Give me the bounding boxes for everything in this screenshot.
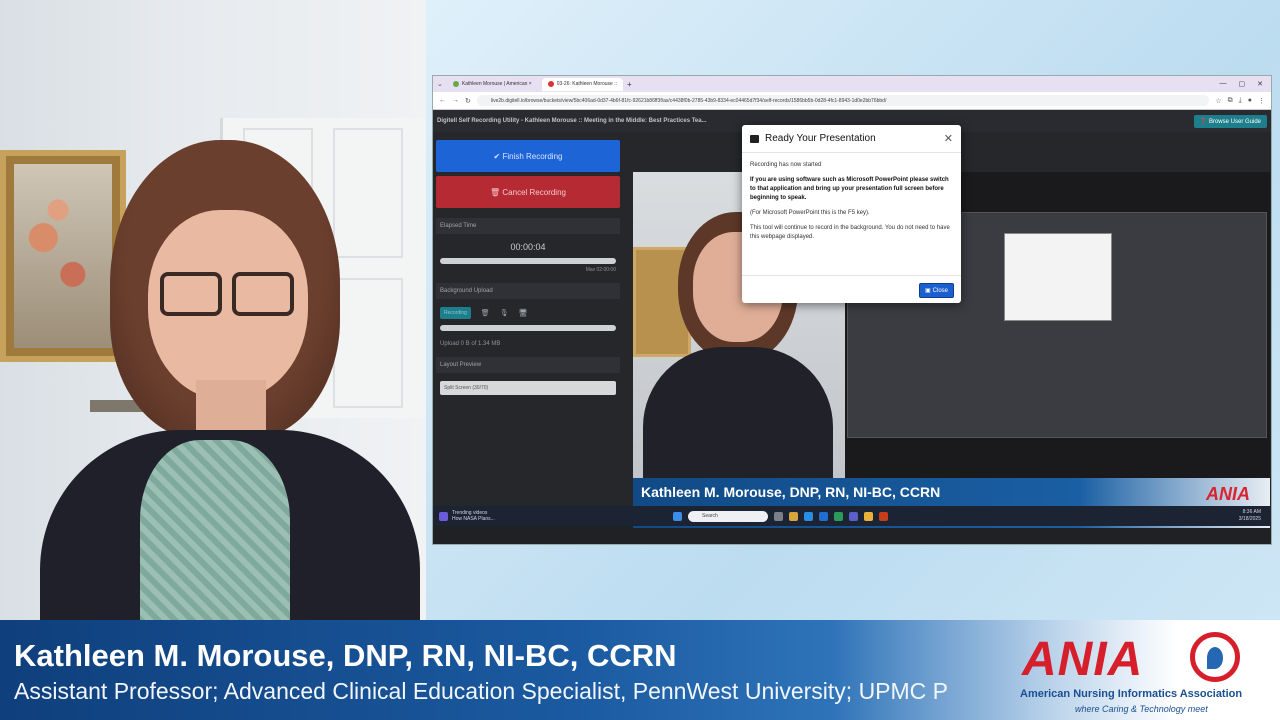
finish-recording-button[interactable]: ✔ Finish Recording (436, 140, 620, 172)
recording-status-pill: Recording (440, 307, 471, 319)
window-icon (750, 134, 759, 143)
tab-favicon-icon (547, 81, 554, 87)
presenter-top (140, 440, 290, 620)
webcam-feed (0, 0, 426, 620)
tab-favicon-icon (452, 81, 459, 87)
back-icon[interactable]: ← (439, 97, 446, 104)
layout-preview-label: Layout Preview (436, 357, 620, 373)
presenter-name: Kathleen M. Morouse, DNP, RN, NI-BC, CCR… (14, 638, 677, 673)
help-icon: ❓ (1199, 118, 1208, 125)
tab-kathleen-ania[interactable]: Kathleen Morouse | American × (447, 78, 538, 91)
elapsed-progress-bar (440, 258, 616, 264)
app-title: Digitell Self Recording Utility - Kathle… (437, 118, 707, 124)
modal-body: Recording has now started If you are usi… (742, 153, 961, 242)
reload-icon[interactable]: ↻ (465, 97, 471, 105)
ready-presentation-modal: Ready Your Presentation ✕ Recording has … (742, 125, 961, 303)
minimize-icon[interactable]: — (1220, 80, 1227, 88)
outlook-icon[interactable] (819, 511, 828, 521)
elapsed-time-value: 00:00:04 (510, 242, 546, 252)
cancel-recording-button[interactable]: 🗑 Cancel Recording (436, 176, 620, 208)
taskbar-search[interactable]: Search (688, 510, 768, 522)
modal-title: Ready Your Presentation (765, 133, 876, 144)
ania-logo-word: ANIA (1022, 633, 1144, 686)
ania-logo-subtitle: American Nursing Informatics Association (1020, 688, 1243, 700)
glasses-left-lens (160, 272, 222, 316)
modal-line-instructions: If you are using software such as Micros… (750, 177, 949, 201)
preview-ania-logo: ANIA (1206, 484, 1250, 504)
trash-icon[interactable]: 🗑 (481, 309, 490, 317)
new-tab-button[interactable]: + (627, 80, 632, 89)
ania-logo-emblem-icon (1190, 632, 1240, 682)
preview-presenter-name: Kathleen M. Morouse, DNP, RN, NI-BC, CCR… (641, 484, 941, 500)
upload-status: Upload 0 B of 1.34 MB (440, 341, 501, 347)
maximize-icon[interactable]: ▢ (1239, 80, 1246, 88)
close-button-label: Close (932, 287, 948, 294)
powerpoint-icon[interactable] (879, 511, 888, 521)
close-button-icon: ▣ (924, 288, 931, 294)
tab-bar: ⌄ Kathleen Morouse | American × 03-26: K… (433, 76, 1271, 92)
modal-line-background: This tool will continue to record in the… (750, 225, 950, 240)
clock-time: 8:36 AM (1242, 509, 1261, 515)
news-widget-icon (439, 511, 448, 521)
presenter-role: Assistant Professor; Advanced Clinical E… (14, 678, 949, 704)
url-field[interactable]: live2b.digitell.io/browse/buckets/view/5… (476, 95, 1210, 106)
modal-line-f5: (For Microsoft PowerPoint this is the F5… (750, 210, 870, 216)
profile-avatar-icon[interactable]: ● (1248, 97, 1252, 104)
modal-header: Ready Your Presentation ✕ (742, 125, 961, 153)
layout-select[interactable]: Split Screen (30/70) (440, 381, 616, 395)
glasses-right-lens (232, 272, 294, 316)
monitor-icon[interactable]: 🖥 (519, 309, 528, 317)
windows-taskbar: Trending videos How NASA Plans... Search (433, 506, 1271, 526)
tab-recording[interactable]: 03-26: Kathleen Morouse :: (541, 77, 624, 91)
background-upload-label: Background Upload (436, 283, 620, 299)
close-window-icon[interactable]: ✕ (1257, 80, 1263, 88)
extensions-icon[interactable]: ⧉ (1228, 97, 1233, 105)
preview-nested-dialog (1004, 233, 1112, 321)
address-bar: ← → ↻ live2b.digitell.io/browse/buckets/… (433, 92, 1271, 110)
download-icon[interactable]: ⤓ (1239, 97, 1242, 105)
microphone-icon[interactable]: 🎙 (500, 309, 509, 317)
close-button[interactable]: ▣ Close (918, 283, 954, 298)
windows-start-icon[interactable] (673, 511, 682, 521)
excel-icon[interactable] (834, 511, 843, 521)
upload-progress-bar (440, 325, 616, 331)
tab-label: 03-26: Kathleen Morouse :: (556, 81, 618, 87)
news-line2: How NASA Plans... (452, 516, 495, 522)
close-icon[interactable]: ✕ (944, 132, 953, 145)
taskbar-search-label: Search (702, 513, 718, 519)
tab-label: Kathleen Morouse | American × (461, 81, 532, 87)
edge-icon[interactable] (804, 511, 813, 521)
ania-logo-tagline: where Caring & Technology meet (1075, 704, 1208, 714)
elapsed-time-label: Elapsed Time (436, 218, 620, 234)
bookmark-star-icon[interactable]: ☆ (1215, 97, 1221, 105)
url-text: live2b.digitell.io/browse/buckets/view/5… (490, 97, 887, 104)
wall-painting (0, 150, 126, 362)
menu-kebab-icon[interactable]: ⋮ (1258, 97, 1265, 105)
modal-footer: ▣ Close (742, 275, 961, 303)
file-explorer-icon[interactable] (789, 511, 798, 521)
tab-list-icon[interactable]: ⌄ (437, 80, 443, 88)
control-sidebar: ✔ Finish Recording 🗑 Cancel Recording El… (436, 140, 620, 395)
user-guide-label: Browse User Guide (1208, 118, 1261, 125)
ania-logo: ANIA American Nursing Informatics Associ… (1020, 628, 1270, 716)
teams-icon[interactable] (849, 511, 858, 521)
task-view-icon[interactable] (774, 511, 783, 521)
chrome-icon[interactable] (864, 511, 873, 521)
forward-icon[interactable]: → (452, 97, 459, 104)
user-guide-button[interactable]: ❓ Browse User Guide (1193, 114, 1267, 128)
max-duration-label: Max 02:00:00 (585, 267, 616, 273)
lower-third-banner: Kathleen M. Morouse, DNP, RN, NI-BC, CCR… (0, 620, 1280, 720)
system-clock[interactable]: 8:36 AM 3/18/2025 (1239, 509, 1261, 523)
modal-line-started: Recording has now started (750, 162, 822, 168)
clock-date: 3/18/2025 (1238, 516, 1261, 522)
news-widget[interactable]: Trending videos How NASA Plans... (433, 510, 495, 522)
